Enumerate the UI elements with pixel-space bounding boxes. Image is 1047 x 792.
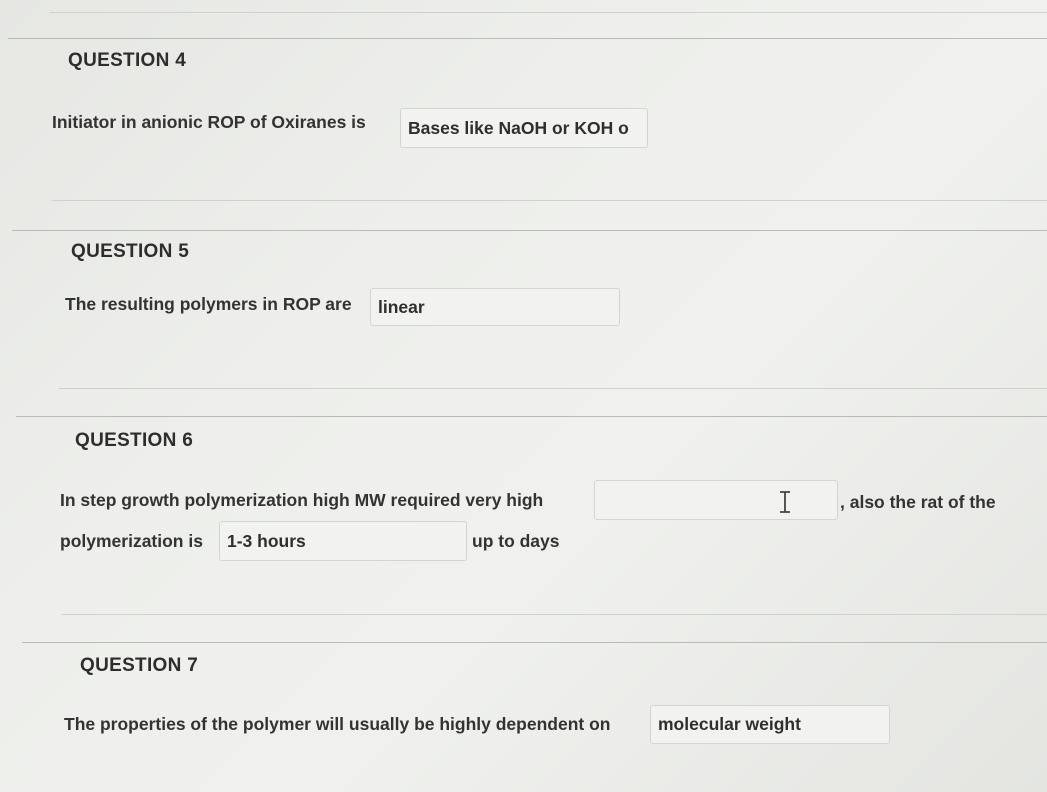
question-5-title: QUESTION 5 (71, 241, 190, 262)
separator (52, 200, 1047, 201)
text-cursor-icon (780, 491, 790, 513)
question-4-answer-input[interactable] (400, 108, 648, 148)
separator (8, 38, 1047, 39)
question-7-answer-input[interactable] (650, 705, 890, 744)
question-7-title: QUESTION 7 (80, 655, 199, 676)
question-5-prompt: The resulting polymers in ROP are (65, 294, 352, 314)
question-5-answer-input[interactable] (370, 288, 620, 326)
question-6-answer-1-input[interactable] (594, 480, 838, 520)
separator (22, 642, 1047, 643)
question-4-title: QUESTION 4 (68, 50, 187, 71)
question-6-prompt-part4: up to days (472, 531, 560, 551)
question-4-prompt: Initiator in anionic ROP of Oxiranes is (52, 112, 366, 132)
separator (62, 614, 1047, 615)
question-6-prompt-part2: , also the rat of the (840, 492, 996, 512)
question-6-prompt-part3: polymerization is (60, 531, 203, 551)
question-6-prompt-part1: In step growth polymerization high MW re… (60, 490, 544, 510)
question-6-title: QUESTION 6 (75, 430, 194, 451)
separator (12, 230, 1047, 231)
separator (58, 388, 1047, 389)
question-7-prompt: The properties of the polymer will usual… (64, 714, 611, 734)
separator (50, 12, 1047, 13)
question-6-answer-2-input[interactable] (219, 521, 467, 561)
separator (16, 416, 1047, 417)
